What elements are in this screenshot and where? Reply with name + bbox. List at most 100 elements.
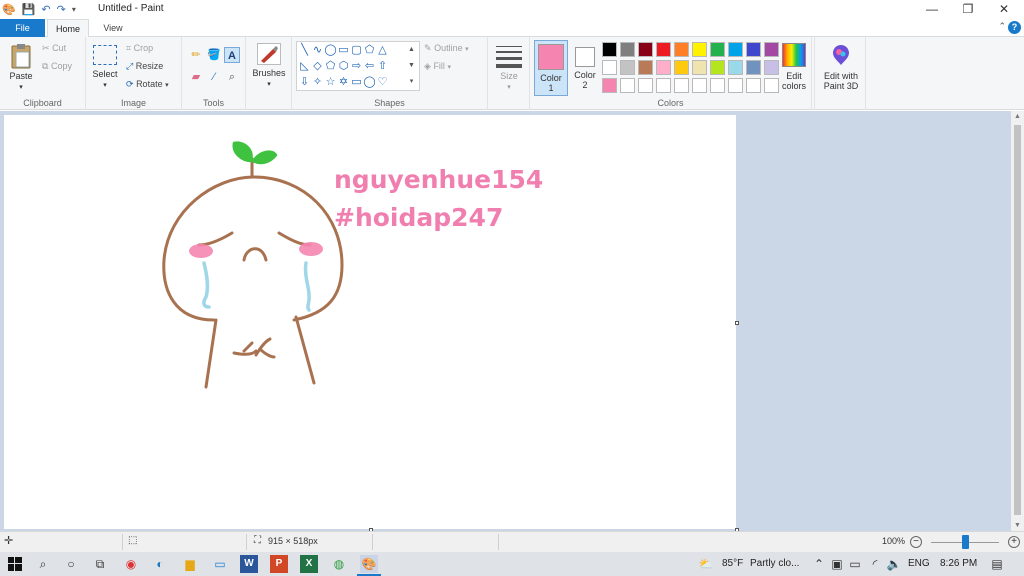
palette-color-swatch[interactable] xyxy=(728,60,743,75)
powerpoint-icon[interactable]: P xyxy=(270,555,288,573)
brushes-button[interactable]: Brushes ▾ xyxy=(252,43,286,90)
diamond-shape-icon[interactable]: ◇ xyxy=(311,59,324,73)
cut-button[interactable]: ✂ Cut xyxy=(42,43,66,54)
palette-color-swatch[interactable] xyxy=(602,78,617,93)
heart-shape-icon[interactable]: ♡ xyxy=(376,75,389,89)
edge-browser-icon[interactable]: ◐ xyxy=(151,555,169,573)
triangle-shape-icon[interactable]: △ xyxy=(376,43,389,57)
rectangle-shape-icon[interactable]: ▭ xyxy=(337,43,350,57)
palette-color-swatch[interactable] xyxy=(620,78,635,93)
hexagon-shape-icon[interactable]: ⬡ xyxy=(337,59,350,73)
right-arrow-shape-icon[interactable]: ⇨ xyxy=(350,59,363,73)
copy-button[interactable]: ⧉ Copy xyxy=(42,61,72,72)
file-explorer-icon[interactable]: ▆ xyxy=(181,555,199,573)
rotate-button[interactable]: ⟳ Rotate ▾ xyxy=(126,79,169,90)
minimize-button[interactable]: — xyxy=(914,0,950,19)
palette-color-swatch[interactable] xyxy=(638,78,653,93)
palette-color-swatch[interactable] xyxy=(692,42,707,57)
palette-color-swatch[interactable] xyxy=(602,60,617,75)
cortana-icon[interactable]: ○ xyxy=(62,555,80,573)
palette-color-swatch[interactable] xyxy=(674,42,689,57)
shapes-more-icon[interactable]: ▾ xyxy=(405,75,418,89)
callout-oval-shape-icon[interactable]: ◯ xyxy=(363,75,376,89)
paint-taskbar-icon[interactable]: 🎨 xyxy=(360,555,378,573)
curve-shape-icon[interactable]: ∿ xyxy=(311,43,324,57)
meet-now-icon[interactable]: ▣ xyxy=(828,555,846,573)
show-hidden-icons-icon[interactable]: ⌃ xyxy=(810,555,828,573)
wifi-icon[interactable]: ◜ xyxy=(866,555,884,573)
six-point-star-shape-icon[interactable]: ✡ xyxy=(337,75,350,89)
oval-shape-icon[interactable]: ◯ xyxy=(324,43,337,57)
palette-color-swatch[interactable] xyxy=(602,42,617,57)
palette-color-swatch[interactable] xyxy=(620,60,635,75)
palette-color-swatch[interactable] xyxy=(746,42,761,57)
polygon-shape-icon[interactable]: ⬠ xyxy=(363,43,376,57)
notifications-icon[interactable]: ▤ xyxy=(988,555,1006,573)
edit-with-paint3d-button[interactable]: Edit with Paint 3D xyxy=(819,43,863,91)
line-shape-icon[interactable]: ╲ xyxy=(298,43,311,57)
palette-color-swatch[interactable] xyxy=(710,60,725,75)
four-point-star-shape-icon[interactable]: ✧ xyxy=(311,75,324,89)
fill-bucket-icon[interactable]: 🪣 xyxy=(206,47,222,63)
color-picker-icon[interactable]: ⁄ xyxy=(206,69,222,85)
palette-color-swatch[interactable] xyxy=(728,78,743,93)
edit-colors-button[interactable]: Edit colors xyxy=(776,43,812,91)
callout-rect-shape-icon[interactable]: ▭ xyxy=(350,75,363,89)
palette-color-swatch[interactable] xyxy=(692,78,707,93)
resize-button[interactable]: ⤢ Resize xyxy=(126,61,163,72)
palette-color-swatch[interactable] xyxy=(638,60,653,75)
palette-color-swatch[interactable] xyxy=(656,60,671,75)
undo-icon[interactable]: ↶ xyxy=(41,3,50,16)
magnifier-icon[interactable]: ⌕ xyxy=(224,69,240,85)
windows-start-icon[interactable] xyxy=(6,555,24,573)
left-arrow-shape-icon[interactable]: ⇦ xyxy=(363,59,376,73)
rounded-rectangle-shape-icon[interactable]: ▢ xyxy=(350,43,363,57)
customize-qat-icon[interactable]: ▾ xyxy=(72,5,76,14)
eraser-icon[interactable]: ▰ xyxy=(188,69,204,85)
pentagon-shape-icon[interactable]: ⬠ xyxy=(324,59,337,73)
text-tool-icon[interactable]: A xyxy=(224,47,240,63)
battery-icon[interactable]: ▭ xyxy=(846,555,864,573)
color1-button[interactable]: Color 1 xyxy=(534,40,568,96)
fill-button[interactable]: ◈ Fill ▾ xyxy=(424,61,451,72)
weather-temperature[interactable]: 85°F xyxy=(722,558,743,569)
paint-app-icon[interactable]: 🎨 xyxy=(2,3,16,16)
palette-color-swatch[interactable] xyxy=(746,78,761,93)
redo-icon[interactable]: ↷ xyxy=(57,3,66,16)
tab-home[interactable]: Home xyxy=(47,19,89,38)
right-triangle-shape-icon[interactable]: ◺ xyxy=(298,59,311,73)
shapes-scroll-down-icon[interactable]: ▼ xyxy=(405,59,418,73)
canvas-resize-handle-right[interactable] xyxy=(735,321,739,325)
palette-color-swatch[interactable] xyxy=(728,42,743,57)
crop-button[interactable]: ⌗ Crop xyxy=(126,43,153,54)
down-arrow-shape-icon[interactable]: ⇩ xyxy=(298,75,311,89)
outline-button[interactable]: ✎ Outline ▾ xyxy=(424,43,469,54)
tab-view[interactable]: View xyxy=(92,19,134,37)
app-red-icon[interactable]: ◉ xyxy=(122,555,140,573)
scrollbar-thumb[interactable] xyxy=(1014,125,1021,515)
scroll-up-icon[interactable]: ▲ xyxy=(1011,113,1024,120)
help-icon[interactable]: ? xyxy=(1008,21,1021,34)
zoom-in-button[interactable]: + xyxy=(1008,536,1020,548)
palette-color-swatch[interactable] xyxy=(656,42,671,57)
select-button[interactable]: Select ▾ xyxy=(90,45,120,91)
excel-icon[interactable]: X xyxy=(300,555,318,573)
color2-button[interactable]: Color 2 xyxy=(570,43,600,90)
five-point-star-shape-icon[interactable]: ☆ xyxy=(324,75,337,89)
palette-color-swatch[interactable] xyxy=(692,60,707,75)
palette-color-swatch[interactable] xyxy=(656,78,671,93)
palette-color-swatch[interactable] xyxy=(710,78,725,93)
weather-condition[interactable]: Partly clo... xyxy=(750,558,799,569)
input-language[interactable]: ENG xyxy=(908,558,930,569)
up-arrow-shape-icon[interactable]: ⇧ xyxy=(376,59,389,73)
weather-icon[interactable]: ⛅ xyxy=(697,555,715,573)
palette-color-swatch[interactable] xyxy=(674,78,689,93)
shapes-scroll-up-icon[interactable]: ▲ xyxy=(405,43,418,57)
close-button[interactable]: ✕ xyxy=(986,0,1022,19)
desktop-icon[interactable]: ▭ xyxy=(211,555,229,573)
palette-color-swatch[interactable] xyxy=(746,60,761,75)
save-icon[interactable]: 💾 xyxy=(22,3,36,16)
drawing-canvas[interactable]: nguyenhue154 #hoidap247 xyxy=(4,115,739,532)
size-button[interactable]: Size ▾ xyxy=(494,43,524,93)
palette-color-swatch[interactable] xyxy=(638,42,653,57)
